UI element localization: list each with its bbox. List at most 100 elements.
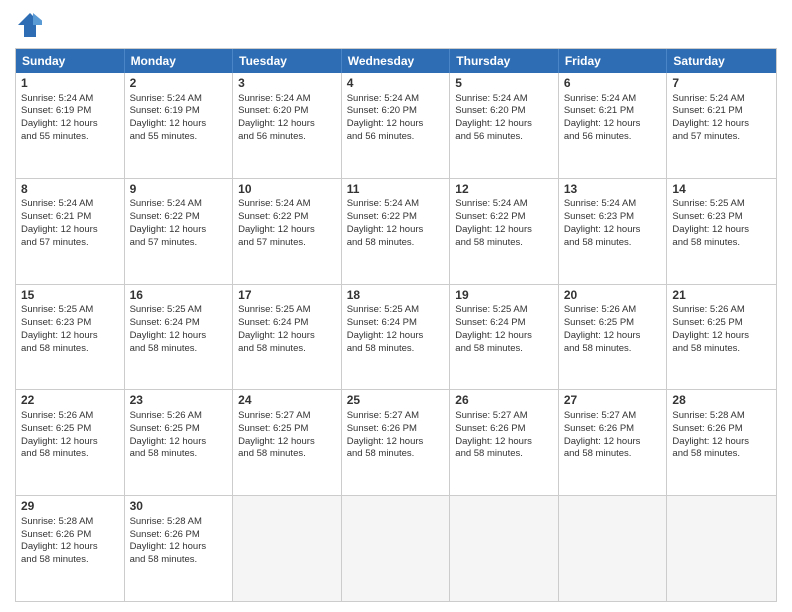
day-info: Sunrise: 5:24 AM Sunset: 6:19 PM Dayligh… xyxy=(130,93,228,144)
calendar-cell-w3-d2: 24Sunrise: 5:27 AM Sunset: 6:25 PM Dayli… xyxy=(233,390,342,495)
calendar-cell-w4-d2 xyxy=(233,496,342,601)
header-tuesday: Tuesday xyxy=(233,49,342,73)
header-thursday: Thursday xyxy=(450,49,559,73)
day-number: 10 xyxy=(238,182,336,198)
day-info: Sunrise: 5:25 AM Sunset: 6:24 PM Dayligh… xyxy=(238,304,336,355)
day-number: 17 xyxy=(238,288,336,304)
day-number: 19 xyxy=(455,288,553,304)
day-number: 30 xyxy=(130,499,228,515)
day-info: Sunrise: 5:24 AM Sunset: 6:22 PM Dayligh… xyxy=(455,198,553,249)
day-info: Sunrise: 5:24 AM Sunset: 6:22 PM Dayligh… xyxy=(238,198,336,249)
day-info: Sunrise: 5:25 AM Sunset: 6:24 PM Dayligh… xyxy=(455,304,553,355)
calendar-cell-w2-d5: 20Sunrise: 5:26 AM Sunset: 6:25 PM Dayli… xyxy=(559,285,668,390)
day-info: Sunrise: 5:26 AM Sunset: 6:25 PM Dayligh… xyxy=(21,410,119,461)
day-info: Sunrise: 5:27 AM Sunset: 6:26 PM Dayligh… xyxy=(347,410,445,461)
day-number: 28 xyxy=(672,393,771,409)
calendar-week-1: 8Sunrise: 5:24 AM Sunset: 6:21 PM Daylig… xyxy=(16,179,776,285)
day-number: 2 xyxy=(130,76,228,92)
day-number: 12 xyxy=(455,182,553,198)
day-number: 4 xyxy=(347,76,445,92)
day-info: Sunrise: 5:25 AM Sunset: 6:23 PM Dayligh… xyxy=(21,304,119,355)
day-number: 18 xyxy=(347,288,445,304)
calendar-week-2: 15Sunrise: 5:25 AM Sunset: 6:23 PM Dayli… xyxy=(16,285,776,391)
calendar-cell-w3-d4: 26Sunrise: 5:27 AM Sunset: 6:26 PM Dayli… xyxy=(450,390,559,495)
calendar-cell-w4-d1: 30Sunrise: 5:28 AM Sunset: 6:26 PM Dayli… xyxy=(125,496,234,601)
logo-icon xyxy=(15,10,45,40)
calendar-cell-w3-d5: 27Sunrise: 5:27 AM Sunset: 6:26 PM Dayli… xyxy=(559,390,668,495)
day-info: Sunrise: 5:26 AM Sunset: 6:25 PM Dayligh… xyxy=(130,410,228,461)
day-number: 21 xyxy=(672,288,771,304)
calendar-cell-w0-d3: 4Sunrise: 5:24 AM Sunset: 6:20 PM Daylig… xyxy=(342,73,451,178)
day-number: 11 xyxy=(347,182,445,198)
day-info: Sunrise: 5:24 AM Sunset: 6:19 PM Dayligh… xyxy=(21,93,119,144)
day-info: Sunrise: 5:24 AM Sunset: 6:20 PM Dayligh… xyxy=(238,93,336,144)
day-info: Sunrise: 5:24 AM Sunset: 6:21 PM Dayligh… xyxy=(672,93,771,144)
day-info: Sunrise: 5:26 AM Sunset: 6:25 PM Dayligh… xyxy=(564,304,662,355)
calendar-cell-w4-d4 xyxy=(450,496,559,601)
calendar-cell-w2-d6: 21Sunrise: 5:26 AM Sunset: 6:25 PM Dayli… xyxy=(667,285,776,390)
calendar-cell-w3-d0: 22Sunrise: 5:26 AM Sunset: 6:25 PM Dayli… xyxy=(16,390,125,495)
day-number: 15 xyxy=(21,288,119,304)
calendar-header: Sunday Monday Tuesday Wednesday Thursday… xyxy=(16,49,776,73)
day-info: Sunrise: 5:28 AM Sunset: 6:26 PM Dayligh… xyxy=(130,516,228,567)
header-wednesday: Wednesday xyxy=(342,49,451,73)
day-number: 27 xyxy=(564,393,662,409)
day-info: Sunrise: 5:26 AM Sunset: 6:25 PM Dayligh… xyxy=(672,304,771,355)
calendar-cell-w4-d3 xyxy=(342,496,451,601)
day-info: Sunrise: 5:24 AM Sunset: 6:23 PM Dayligh… xyxy=(564,198,662,249)
calendar-cell-w3-d3: 25Sunrise: 5:27 AM Sunset: 6:26 PM Dayli… xyxy=(342,390,451,495)
calendar-week-4: 29 Sunrise: 5:28 AM Sunset: 6:26 PM Dayli… xyxy=(16,496,776,601)
calendar-cell-w0-d1: 2Sunrise: 5:24 AM Sunset: 6:19 PM Daylig… xyxy=(125,73,234,178)
day-info: Sunrise: 5:24 AM Sunset: 6:21 PM Dayligh… xyxy=(21,198,119,249)
calendar-cell-w4-d0: 29Sunrise: 5:28 AM Sunset: 6:26 PM Dayli… xyxy=(16,496,125,601)
calendar-cell-w0-d2: 3Sunrise: 5:24 AM Sunset: 6:20 PM Daylig… xyxy=(233,73,342,178)
calendar-cell-w0-d4: 5Sunrise: 5:24 AM Sunset: 6:20 PM Daylig… xyxy=(450,73,559,178)
day-number: 5 xyxy=(455,76,553,92)
logo xyxy=(15,10,49,40)
day-number: 14 xyxy=(672,182,771,198)
day-info: Sunrise: 5:25 AM Sunset: 6:24 PM Dayligh… xyxy=(130,304,228,355)
page-header xyxy=(15,10,777,40)
day-number: 9 xyxy=(130,182,228,198)
calendar-cell-w1-d4: 12Sunrise: 5:24 AM Sunset: 6:22 PM Dayli… xyxy=(450,179,559,284)
day-info: Sunrise: 5:24 AM Sunset: 6:21 PM Dayligh… xyxy=(564,93,662,144)
calendar-cell-w4-d6 xyxy=(667,496,776,601)
day-number: 26 xyxy=(455,393,553,409)
calendar-cell-w1-d3: 11Sunrise: 5:24 AM Sunset: 6:22 PM Dayli… xyxy=(342,179,451,284)
day-number: 23 xyxy=(130,393,228,409)
calendar: Sunday Monday Tuesday Wednesday Thursday… xyxy=(15,48,777,602)
day-info: Sunrise: 5:27 AM Sunset: 6:26 PM Dayligh… xyxy=(564,410,662,461)
day-info: Sunrise: 5:24 AM Sunset: 6:20 PM Dayligh… xyxy=(455,93,553,144)
calendar-cell-w2-d0: 15Sunrise: 5:25 AM Sunset: 6:23 PM Dayli… xyxy=(16,285,125,390)
calendar-cell-w1-d1: 9Sunrise: 5:24 AM Sunset: 6:22 PM Daylig… xyxy=(125,179,234,284)
calendar-cell-w2-d2: 17Sunrise: 5:25 AM Sunset: 6:24 PM Dayli… xyxy=(233,285,342,390)
day-info: Sunrise: 5:27 AM Sunset: 6:25 PM Dayligh… xyxy=(238,410,336,461)
day-number: 29 xyxy=(21,499,119,515)
day-number: 13 xyxy=(564,182,662,198)
day-number: 16 xyxy=(130,288,228,304)
calendar-cell-w1-d5: 13Sunrise: 5:24 AM Sunset: 6:23 PM Dayli… xyxy=(559,179,668,284)
calendar-cell-w1-d0: 8Sunrise: 5:24 AM Sunset: 6:21 PM Daylig… xyxy=(16,179,125,284)
calendar-week-0: 1Sunrise: 5:24 AM Sunset: 6:19 PM Daylig… xyxy=(16,73,776,179)
header-sunday: Sunday xyxy=(16,49,125,73)
calendar-cell-w0-d6: 7Sunrise: 5:24 AM Sunset: 6:21 PM Daylig… xyxy=(667,73,776,178)
day-number: 8 xyxy=(21,182,119,198)
day-info: Sunrise: 5:24 AM Sunset: 6:22 PM Dayligh… xyxy=(347,198,445,249)
day-number: 20 xyxy=(564,288,662,304)
day-number: 24 xyxy=(238,393,336,409)
calendar-cell-w2-d3: 18Sunrise: 5:25 AM Sunset: 6:24 PM Dayli… xyxy=(342,285,451,390)
calendar-cell-w0-d5: 6Sunrise: 5:24 AM Sunset: 6:21 PM Daylig… xyxy=(559,73,668,178)
header-monday: Monday xyxy=(125,49,234,73)
calendar-cell-w0-d0: 1Sunrise: 5:24 AM Sunset: 6:19 PM Daylig… xyxy=(16,73,125,178)
calendar-cell-w3-d6: 28Sunrise: 5:28 AM Sunset: 6:26 PM Dayli… xyxy=(667,390,776,495)
day-number: 3 xyxy=(238,76,336,92)
header-saturday: Saturday xyxy=(667,49,776,73)
day-number: 6 xyxy=(564,76,662,92)
day-info: Sunrise: 5:27 AM Sunset: 6:26 PM Dayligh… xyxy=(455,410,553,461)
calendar-cell-w2-d1: 16Sunrise: 5:25 AM Sunset: 6:24 PM Dayli… xyxy=(125,285,234,390)
calendar-cell-w2-d4: 19Sunrise: 5:25 AM Sunset: 6:24 PM Dayli… xyxy=(450,285,559,390)
day-number: 25 xyxy=(347,393,445,409)
calendar-cell-w3-d1: 23Sunrise: 5:26 AM Sunset: 6:25 PM Dayli… xyxy=(125,390,234,495)
calendar-cell-w4-d5 xyxy=(559,496,668,601)
day-number: 22 xyxy=(21,393,119,409)
